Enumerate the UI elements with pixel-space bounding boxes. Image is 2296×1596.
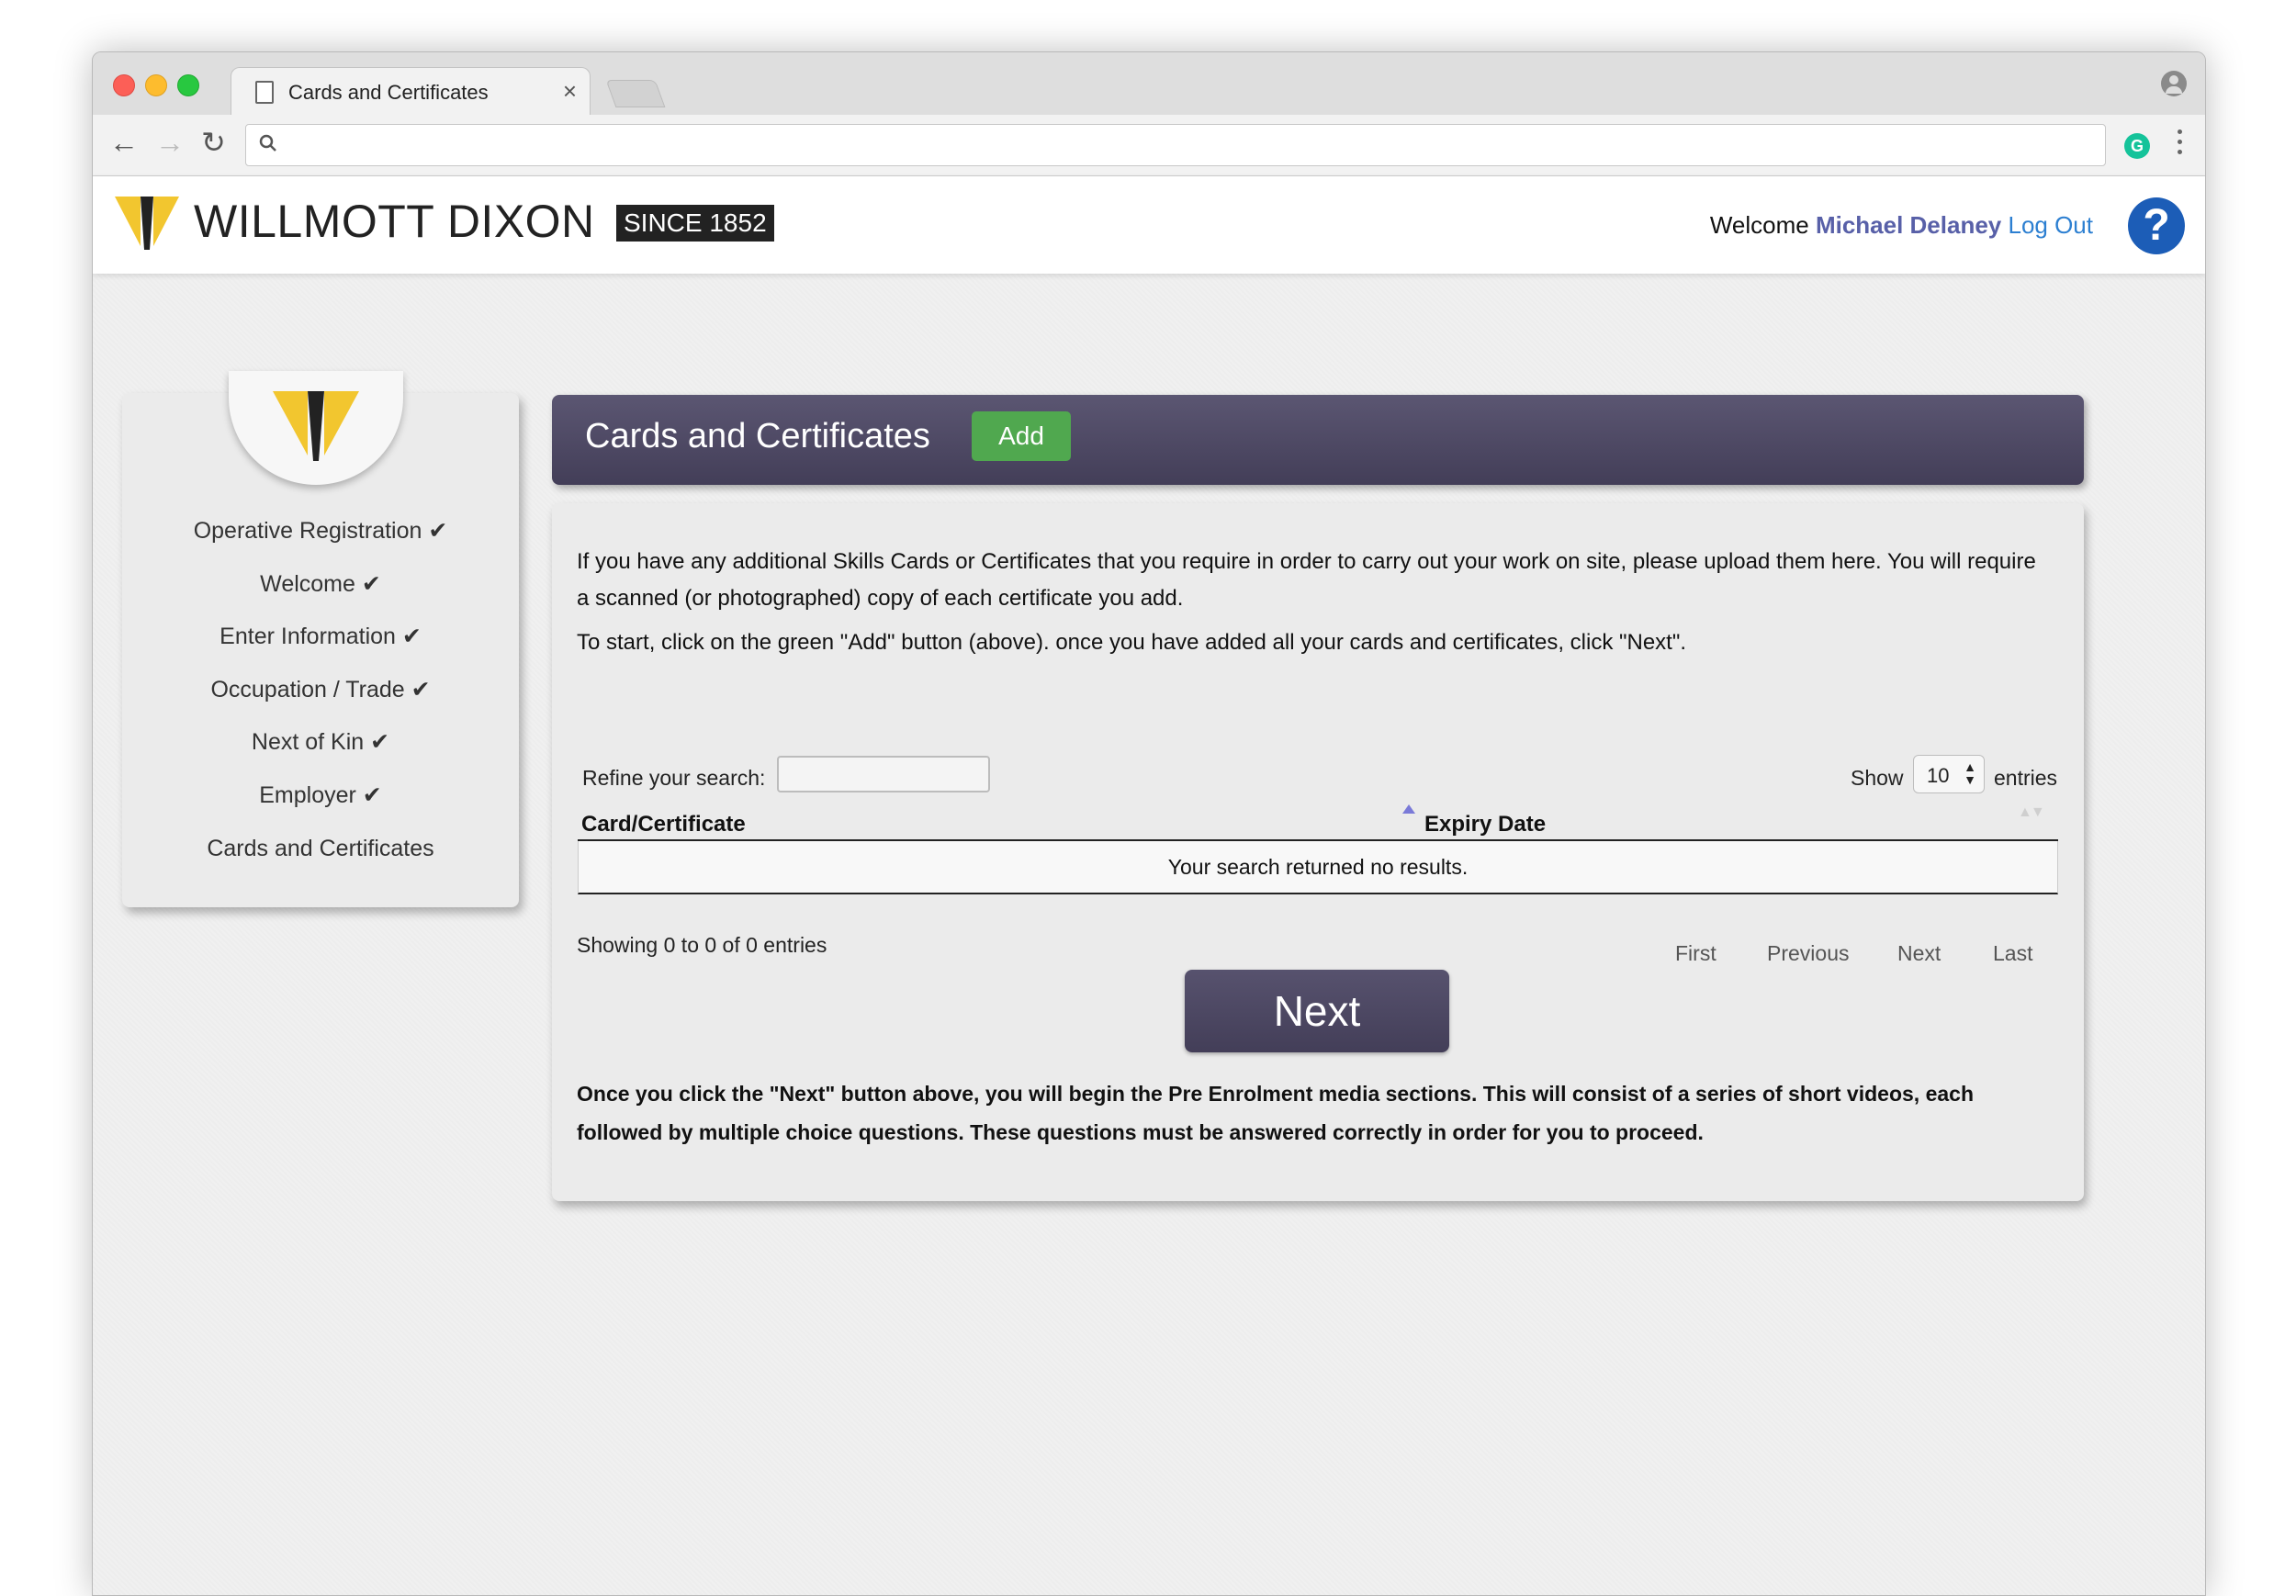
welcome-label: Welcome xyxy=(1709,211,1809,239)
tab-title: Cards and Certificates xyxy=(288,81,489,104)
sidebar: Operative Registration ✔ Welcome ✔ Enter… xyxy=(122,371,519,907)
since-badge: SINCE 1852 xyxy=(616,205,774,242)
table-row: Your search returned no results. xyxy=(578,841,2058,894)
main-content: If you have any additional Skills Cards … xyxy=(552,503,2084,1201)
grammarly-icon[interactable]: G xyxy=(2124,133,2150,159)
sort-both-icon: ▲▼ xyxy=(2018,804,2045,820)
new-tab-button[interactable] xyxy=(605,80,666,107)
site-header: WILLMOTT DIXON SINCE 1852 Welcome Michae… xyxy=(93,176,2205,274)
window-minimize-button[interactable] xyxy=(145,74,167,96)
sidebar-item-occupation-trade[interactable]: Occupation / Trade ✔ xyxy=(122,664,519,717)
sidebar-item-operative-registration[interactable]: Operative Registration ✔ xyxy=(122,505,519,558)
document-icon xyxy=(255,81,274,104)
browser-window: Cards and Certificates × ← → ↻ G WILLMOT… xyxy=(92,51,2206,1596)
sort-asc-icon xyxy=(1402,804,1415,814)
tab-strip: Cards and Certificates × xyxy=(93,52,2205,116)
column-header-card-certificate[interactable]: Card/Certificate xyxy=(581,812,746,837)
table-info: Showing 0 to 0 of 0 entries xyxy=(577,933,827,957)
table-header-row: Card/Certificate Expiry Date ▲▼ xyxy=(578,797,2058,841)
sidebar-item-enter-information[interactable]: Enter Information ✔ xyxy=(122,611,519,664)
search-input[interactable] xyxy=(777,756,990,792)
sidebar-logo-badge xyxy=(229,371,403,485)
search-label: Refine your search: xyxy=(582,766,766,790)
profile-icon[interactable] xyxy=(2161,71,2187,96)
pager-last-button[interactable]: Last xyxy=(1993,941,2032,966)
user-name-link[interactable]: Michael Delaney xyxy=(1816,211,2001,239)
sidebar-menu: Operative Registration ✔ Welcome ✔ Enter… xyxy=(122,505,519,875)
select-arrows-icon: ▲ ▼ xyxy=(1964,759,1976,787)
help-icon[interactable]: ? xyxy=(2128,197,2185,254)
sidebar-item-cards-certificates[interactable]: Cards and Certificates xyxy=(122,823,519,876)
willmott-dixon-mark-icon xyxy=(273,391,359,461)
search-icon xyxy=(259,134,276,152)
address-bar[interactable] xyxy=(245,124,2106,167)
browser-toolbar: ← → ↻ G xyxy=(93,115,2205,176)
browser-tab[interactable]: Cards and Certificates × xyxy=(231,67,591,116)
menu-dots-icon[interactable] xyxy=(2178,129,2183,157)
back-arrow-icon[interactable]: ← xyxy=(109,128,139,157)
logo-text: WILLMOTT DIXON xyxy=(194,196,595,247)
welcome-area: Welcome Michael Delaney Log Out xyxy=(1710,211,2093,240)
page-title: Cards and Certificates xyxy=(585,417,930,455)
page: WILLMOTT DIXON SINCE 1852 Welcome Michae… xyxy=(93,176,2205,1595)
next-button[interactable]: Next xyxy=(1185,970,1449,1052)
show-label: Show xyxy=(1851,766,1904,790)
sidebar-item-employer[interactable]: Employer ✔ xyxy=(122,770,519,823)
certificates-table: Card/Certificate Expiry Date ▲▼ Your sea… xyxy=(578,797,2058,894)
footnote-text: Once you click the "Next" button above, … xyxy=(577,1082,1974,1144)
url-input[interactable] xyxy=(292,125,2096,167)
logout-link[interactable]: Log Out xyxy=(2008,211,2093,239)
empty-table-message: Your search returned no results. xyxy=(1167,855,1469,879)
forward-arrow-icon[interactable]: → xyxy=(155,128,185,157)
sidebar-item-next-of-kin[interactable]: Next of Kin ✔ xyxy=(122,716,519,770)
add-button[interactable]: Add xyxy=(972,411,1071,461)
close-icon[interactable]: × xyxy=(563,77,577,106)
window-maximize-button[interactable] xyxy=(177,74,199,96)
reload-icon[interactable]: ↻ xyxy=(201,128,226,157)
pager-previous-button[interactable]: Previous xyxy=(1767,941,1849,966)
main-header: Cards and Certificates Add xyxy=(552,395,2084,485)
instruction-text: To start, click on the green "Add" butto… xyxy=(577,630,1687,655)
intro-text: If you have any additional Skills Cards … xyxy=(577,549,2036,611)
sidebar-item-welcome[interactable]: Welcome ✔ xyxy=(122,558,519,612)
window-close-button[interactable] xyxy=(113,74,135,96)
entries-select-value: 10 xyxy=(1927,764,1950,787)
willmott-dixon-logo-icon[interactable] xyxy=(113,193,181,252)
entries-label: entries xyxy=(1994,766,2058,790)
column-header-expiry-date[interactable]: Expiry Date xyxy=(1424,812,1546,837)
pager-next-button[interactable]: Next xyxy=(1897,941,1941,966)
pager-first-button[interactable]: First xyxy=(1675,941,1716,966)
entries-select[interactable]: 10 ▲ ▼ xyxy=(1913,755,1985,793)
